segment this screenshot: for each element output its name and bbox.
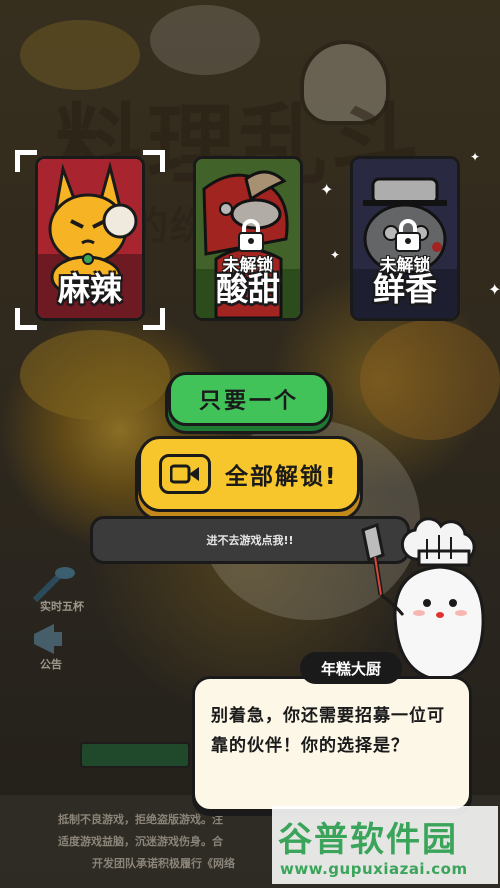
selection-corner-tl (15, 150, 37, 172)
sparkle-icon: ✦ (320, 180, 334, 199)
lock-icon (395, 219, 421, 252)
selection-corner-tr (143, 150, 165, 172)
megaphone-icon (34, 624, 62, 654)
notice-line: 适度游戏益脑，沉迷游戏伤身。合 (58, 835, 223, 848)
character-select: 麻辣 未解锁 酸甜 未解锁 鲜香 (0, 150, 500, 330)
sparkle-icon: ✦ (470, 150, 481, 164)
notice-line: 抵制不良游戏，拒绝盗版游戏。注 (58, 813, 223, 826)
dialog-box[interactable]: 别着急，你还需要招募一位可靠的伙伴！你的选择是？ (192, 676, 472, 812)
progress-bar (80, 742, 190, 768)
watermark-brand: 谷普软件园 (278, 820, 458, 860)
watermark-url: www.gupuxiazai.com (280, 860, 468, 878)
unlock-all-button[interactable]: 全部解锁! (138, 436, 360, 512)
selection-corner-br (143, 308, 165, 330)
character-card-xianxiang[interactable]: 未解锁 鲜香 (350, 156, 460, 321)
video-ad-icon (159, 454, 211, 494)
site-watermark: 谷普软件园 www.gupuxiazai.com (272, 806, 498, 884)
character-card-mala[interactable]: 麻辣 (35, 156, 145, 321)
selection-corner-bl (15, 308, 37, 330)
speaker-name-tag: 年糕大厨 (300, 652, 402, 684)
side-menu-label: 实时五杯 (40, 600, 84, 613)
dialog-text: 别着急，你还需要招募一位可靠的伙伴！你的选择是？ (211, 706, 445, 756)
sparkle-icon: ✦ (488, 280, 500, 299)
character-card-suantian[interactable]: 未解锁 酸甜 (193, 156, 303, 321)
sparkle-icon: ✦ (330, 248, 341, 262)
announcement-label: 公告 (40, 658, 62, 671)
notice-line: 开发团队承诺积极履行《网络 (92, 857, 235, 870)
lock-icon (238, 219, 264, 252)
character-name: 鲜香 (372, 270, 437, 308)
character-name: 酸甜 (215, 270, 280, 308)
unlock-all-label: 全部解锁! (225, 464, 338, 490)
pick-one-button[interactable]: 只要一个 (168, 372, 330, 426)
character-name: 麻辣 (57, 270, 122, 308)
